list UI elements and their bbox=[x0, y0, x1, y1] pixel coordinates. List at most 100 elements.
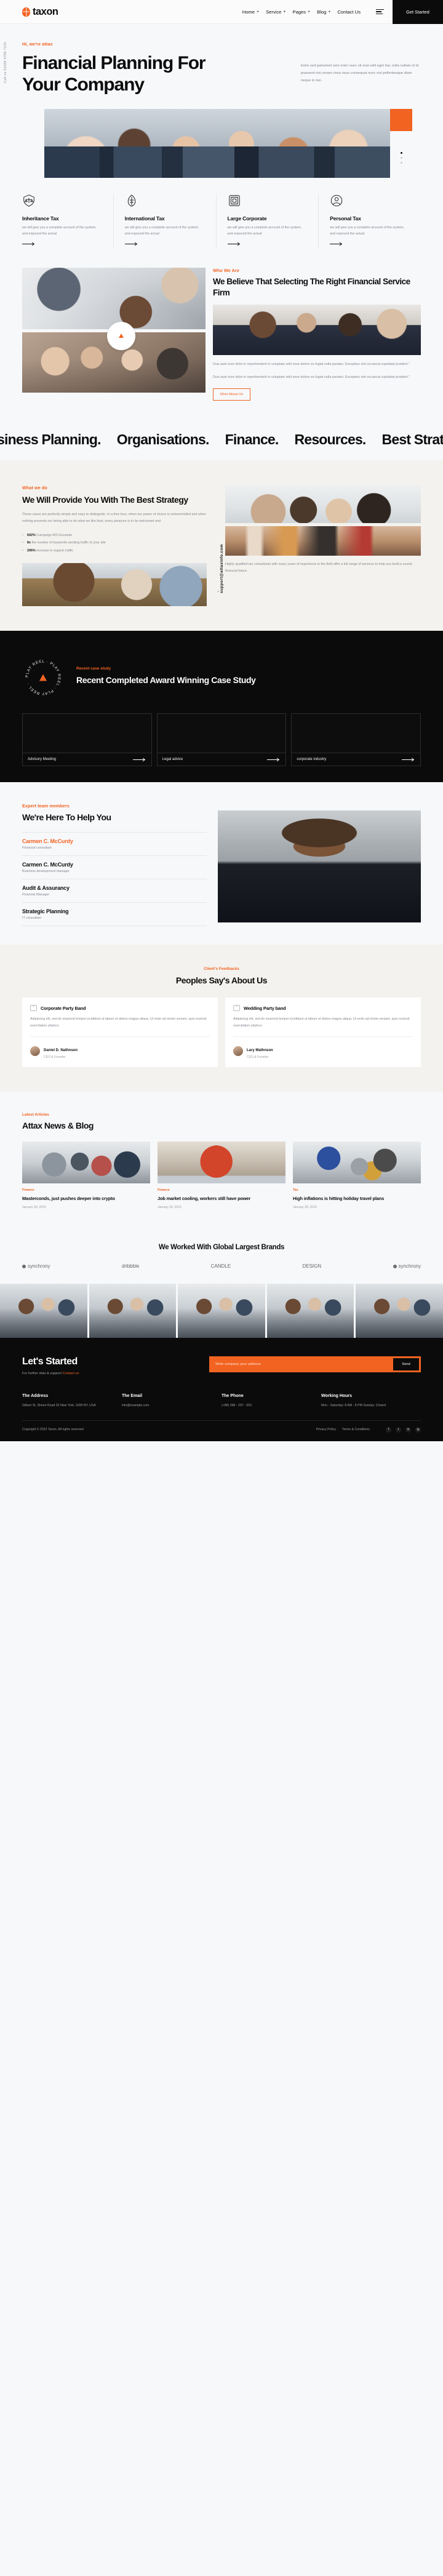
marquee-item: Resources. bbox=[294, 431, 367, 447]
footer-column-address: The Address Gilbert St, Sheen Road 32 Ne… bbox=[22, 1394, 122, 1409]
testimonials-eyebrow: Client's Feedbacks bbox=[204, 967, 239, 972]
building-layers-icon bbox=[228, 195, 240, 206]
who-title: We Believe That Selecting The Right Fina… bbox=[213, 276, 410, 297]
what-we-do-section: What we do We Will Provide You With The … bbox=[0, 460, 443, 631]
nav-label: Pages bbox=[292, 9, 306, 15]
wwd-caption: Highly qualified tax consultants with ma… bbox=[225, 562, 412, 573]
play-badge[interactable] bbox=[107, 321, 135, 350]
who-paragraph-2: Duis aute irure dolor in reprehenderit i… bbox=[213, 375, 410, 380]
blog-date: January 28, 2023 bbox=[293, 1206, 317, 1210]
linkedin-icon[interactable]: in bbox=[405, 1426, 411, 1433]
nav-label: Blog bbox=[317, 9, 327, 15]
nav-item-service[interactable]: Service + bbox=[266, 9, 285, 15]
more-about-us-button[interactable]: More About Us bbox=[213, 388, 250, 401]
play-reel-badge[interactable]: PLAY REEL · PLAY REEL · PLAY REEL · bbox=[22, 657, 64, 698]
service-card-international-tax[interactable]: International Tax we will give you a com… bbox=[113, 194, 216, 249]
gallery-image bbox=[178, 1284, 265, 1338]
facebook-icon[interactable]: f bbox=[386, 1426, 391, 1433]
terms-link[interactable]: Terms & Conditions bbox=[342, 1428, 370, 1431]
slider-dots[interactable] bbox=[400, 152, 402, 164]
brand-logo-label: dribbble bbox=[121, 1263, 140, 1270]
brand-logo-label: DESIGN bbox=[302, 1263, 322, 1270]
nav-item-contact-us[interactable]: Contact Us bbox=[337, 9, 361, 15]
case-study-label: Advisory Meeting bbox=[28, 758, 57, 762]
gallery-image bbox=[89, 1284, 177, 1338]
footer-column-title: The Address bbox=[22, 1394, 49, 1399]
quote-icon: ” bbox=[233, 1005, 240, 1012]
arrow-right-icon bbox=[402, 758, 415, 761]
arrow-right-icon[interactable] bbox=[22, 242, 36, 246]
team-member-row[interactable]: Carmen C. McCurdy Business development m… bbox=[22, 855, 207, 879]
brands-section: We Worked With Global Largest Brands syn… bbox=[0, 1228, 443, 1284]
case-study-section: PLAY REEL · PLAY REEL · PLAY REEL · Rece… bbox=[0, 631, 443, 783]
team-title: We're Here To Help You bbox=[22, 812, 111, 823]
team-member-row[interactable]: Audit & Assurancy Financial Manager bbox=[22, 879, 207, 902]
team-member-role: Financial Manager bbox=[22, 893, 50, 897]
newsletter-input[interactable] bbox=[215, 1362, 393, 1367]
instagram-icon[interactable]: ig bbox=[415, 1426, 421, 1433]
testimonials-section: Client's Feedbacks Peoples Say's About U… bbox=[0, 945, 443, 1092]
blog-card[interactable]: Finance Masterconds, just pushes deeper … bbox=[22, 1142, 150, 1209]
stat-text: Campaign ROI Exceeds bbox=[36, 533, 73, 537]
brand-logo[interactable]: taxon bbox=[22, 6, 58, 18]
hero-description: Enim sed parturient sem enim nunc sit er… bbox=[301, 64, 419, 83]
case-study-card[interactable]: corporate industry bbox=[291, 713, 421, 767]
plus-icon: + bbox=[283, 9, 286, 14]
quote-icon: ” bbox=[30, 1005, 37, 1012]
wwd-photo-top bbox=[225, 484, 421, 523]
service-text: we will give you a complete account of t… bbox=[124, 226, 199, 236]
page-title: Financial Planning For Your Company bbox=[22, 53, 206, 95]
stat-value: 8x bbox=[27, 541, 31, 545]
nav-label: Service bbox=[266, 9, 282, 15]
support-email-label[interactable]: support@attaxinfo.com bbox=[217, 544, 224, 593]
team-member-row[interactable]: Strategic Planning IT consultant bbox=[22, 902, 207, 927]
case-study-card[interactable]: Legal advice bbox=[156, 713, 287, 767]
nav-item-pages[interactable]: Pages + bbox=[293, 9, 311, 15]
team-member-row[interactable]: Carmen C. McCurdy Financial consultant bbox=[22, 832, 207, 855]
who-images bbox=[22, 267, 206, 393]
service-card-large-corporate[interactable]: Large Corporate we will give you a compl… bbox=[215, 194, 319, 249]
team-portrait-photo bbox=[218, 810, 421, 923]
arrow-right-icon[interactable] bbox=[227, 242, 241, 246]
send-button[interactable]: Send bbox=[393, 1358, 419, 1371]
twitter-icon[interactable]: t bbox=[396, 1426, 401, 1433]
marquee-item: Business Planning. bbox=[0, 431, 102, 447]
testimonial-author: Lary Mathnson bbox=[247, 1049, 273, 1053]
testimonial-author: Daniel D. Nathnson bbox=[44, 1049, 78, 1053]
who-eyebrow: Who We Are bbox=[213, 267, 239, 273]
blog-card[interactable]: Tax High inflations is hitting holiday t… bbox=[293, 1142, 421, 1209]
who-we-are-section: Who We Are We Believe That Selecting The… bbox=[0, 249, 443, 401]
plus-icon: + bbox=[308, 9, 311, 14]
testimonial-heading: Corporate Party Band bbox=[41, 1005, 86, 1011]
case-study-thumb bbox=[157, 714, 286, 753]
blog-date: January 28, 2023 bbox=[22, 1206, 46, 1210]
privacy-policy-link[interactable]: Privacy Policy bbox=[316, 1428, 336, 1431]
footer-sub: For further data & support Contact us bbox=[22, 1372, 194, 1375]
logo-mark-icon bbox=[393, 1264, 397, 1268]
hamburger-menu-icon[interactable] bbox=[376, 9, 384, 15]
who-image-top bbox=[22, 267, 206, 329]
arrow-right-icon[interactable] bbox=[124, 242, 138, 246]
person-circle-icon bbox=[331, 195, 343, 207]
service-title: Large Corporate bbox=[227, 215, 267, 222]
get-started-button[interactable]: Get Started bbox=[393, 0, 443, 24]
nav-item-blog[interactable]: Blog + bbox=[317, 9, 330, 15]
who-paragraph-1: Duis aute irure dolor in reprehenderit i… bbox=[213, 362, 410, 367]
blog-image bbox=[22, 1142, 150, 1184]
blog-tag: Finance bbox=[22, 1188, 34, 1193]
footer-column-title: The Phone bbox=[222, 1394, 244, 1399]
testimonial-heading: Wedding Party band bbox=[244, 1005, 286, 1011]
case-study-label: Legal advice bbox=[162, 758, 183, 762]
blog-heading: Masterconds, just pushes deeper into cry… bbox=[22, 1196, 115, 1202]
arrow-right-icon[interactable] bbox=[330, 242, 343, 246]
service-card-personal-tax[interactable]: Personal Tax we will give you a complete… bbox=[318, 194, 421, 249]
case-study-thumb bbox=[23, 714, 151, 753]
service-card-inheritance-tax[interactable]: Inheritance Tax we will give you a compl… bbox=[22, 194, 113, 249]
nav-item-home[interactable]: Home + bbox=[242, 9, 259, 15]
blog-card[interactable]: Finance Job market cooling, workers stil… bbox=[158, 1142, 285, 1209]
case-study-card[interactable]: Advisory Meeting bbox=[22, 713, 152, 767]
wwd-presentation-photo bbox=[22, 563, 207, 607]
footer-contact-link[interactable]: Contact us bbox=[63, 1372, 79, 1375]
social-links: f t in ig bbox=[386, 1426, 421, 1433]
marquee-item: Best Strategy. bbox=[381, 431, 443, 447]
